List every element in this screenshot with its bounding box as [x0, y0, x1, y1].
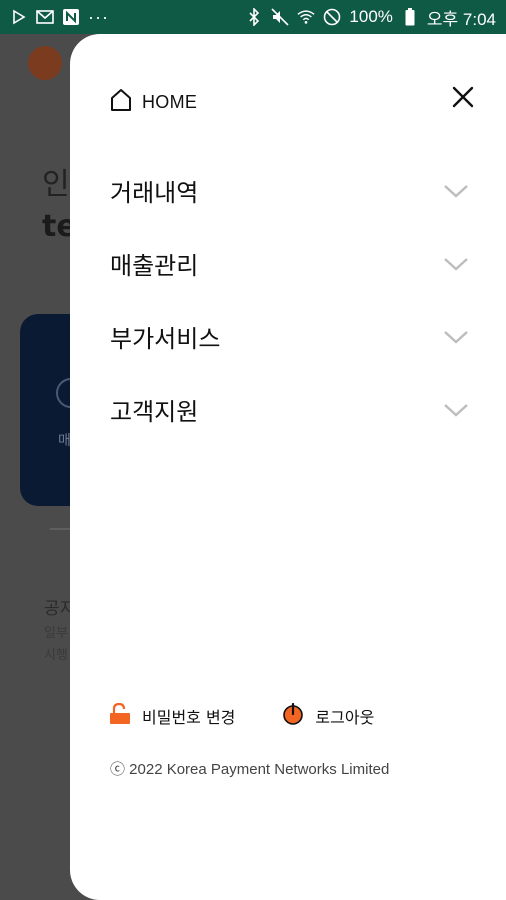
logout-button[interactable]: 로그아웃 [281, 702, 374, 730]
status-bar-left: ··· [10, 7, 109, 28]
play-store-icon [10, 8, 28, 26]
bluetooth-icon [245, 8, 263, 26]
drawer-menu: 거래내역 매출관리 부가서비스 고객지원 [110, 154, 470, 446]
close-icon [452, 86, 474, 108]
battery-icon [401, 8, 419, 26]
close-button[interactable] [448, 82, 478, 112]
status-time: 오후 7:04 [426, 9, 496, 29]
power-icon [281, 702, 305, 730]
app-logo [28, 46, 62, 80]
gmail-icon [36, 8, 54, 26]
chevron-down-icon[interactable] [442, 323, 470, 351]
chevron-down-icon[interactable] [442, 396, 470, 424]
change-password-label: 비밀번호 변경 [142, 708, 236, 727]
chevron-down-icon[interactable] [442, 177, 470, 205]
battery-percent: 100% [349, 7, 393, 26]
change-password-button[interactable]: 비밀번호 변경 [108, 702, 235, 730]
menu-item-transactions[interactable]: 거래내역 [110, 154, 470, 227]
logout-label: 로그아웃 [315, 708, 375, 727]
more-dots-icon: ··· [88, 6, 109, 27]
unlock-icon [108, 702, 132, 730]
menu-item-support[interactable]: 고객지원 [110, 373, 470, 446]
mute-icon [271, 8, 289, 26]
background-card-text: 매 [58, 433, 71, 449]
menu-item-label: 거래내역 [110, 179, 199, 207]
drawer-actions: 비밀번호 변경 로그아웃 [108, 702, 374, 730]
menu-item-extra-services[interactable]: 부가서비스 [110, 300, 470, 373]
background-title-line1: 인 [42, 167, 70, 202]
copyright-text: ⓒ 2022 Korea Payment Networks Limited [110, 761, 390, 778]
navigation-drawer: HOME 거래내역 매출관리 부가서비스 고객지원 비밀번호 변경 로그아웃 ⓒ… [70, 34, 506, 900]
home-link[interactable]: HOME [110, 88, 197, 116]
chevron-down-icon[interactable] [442, 250, 470, 278]
home-label: HOME [142, 91, 198, 112]
do-not-disturb-icon [323, 8, 341, 26]
home-icon [110, 88, 132, 116]
status-bar: ··· 100% 오후 7:04 [0, 0, 506, 34]
background-notice-line1: 일부 [44, 626, 68, 641]
menu-item-label: 매출관리 [110, 252, 199, 280]
menu-item-label: 부가서비스 [110, 325, 221, 353]
naver-icon [62, 8, 80, 26]
background-notice-line2: 시행 [44, 648, 68, 663]
status-bar-right: 100% 오후 7:04 [245, 5, 496, 30]
menu-item-sales[interactable]: 매출관리 [110, 227, 470, 300]
wifi-icon [297, 8, 315, 26]
menu-item-label: 고객지원 [110, 398, 199, 426]
